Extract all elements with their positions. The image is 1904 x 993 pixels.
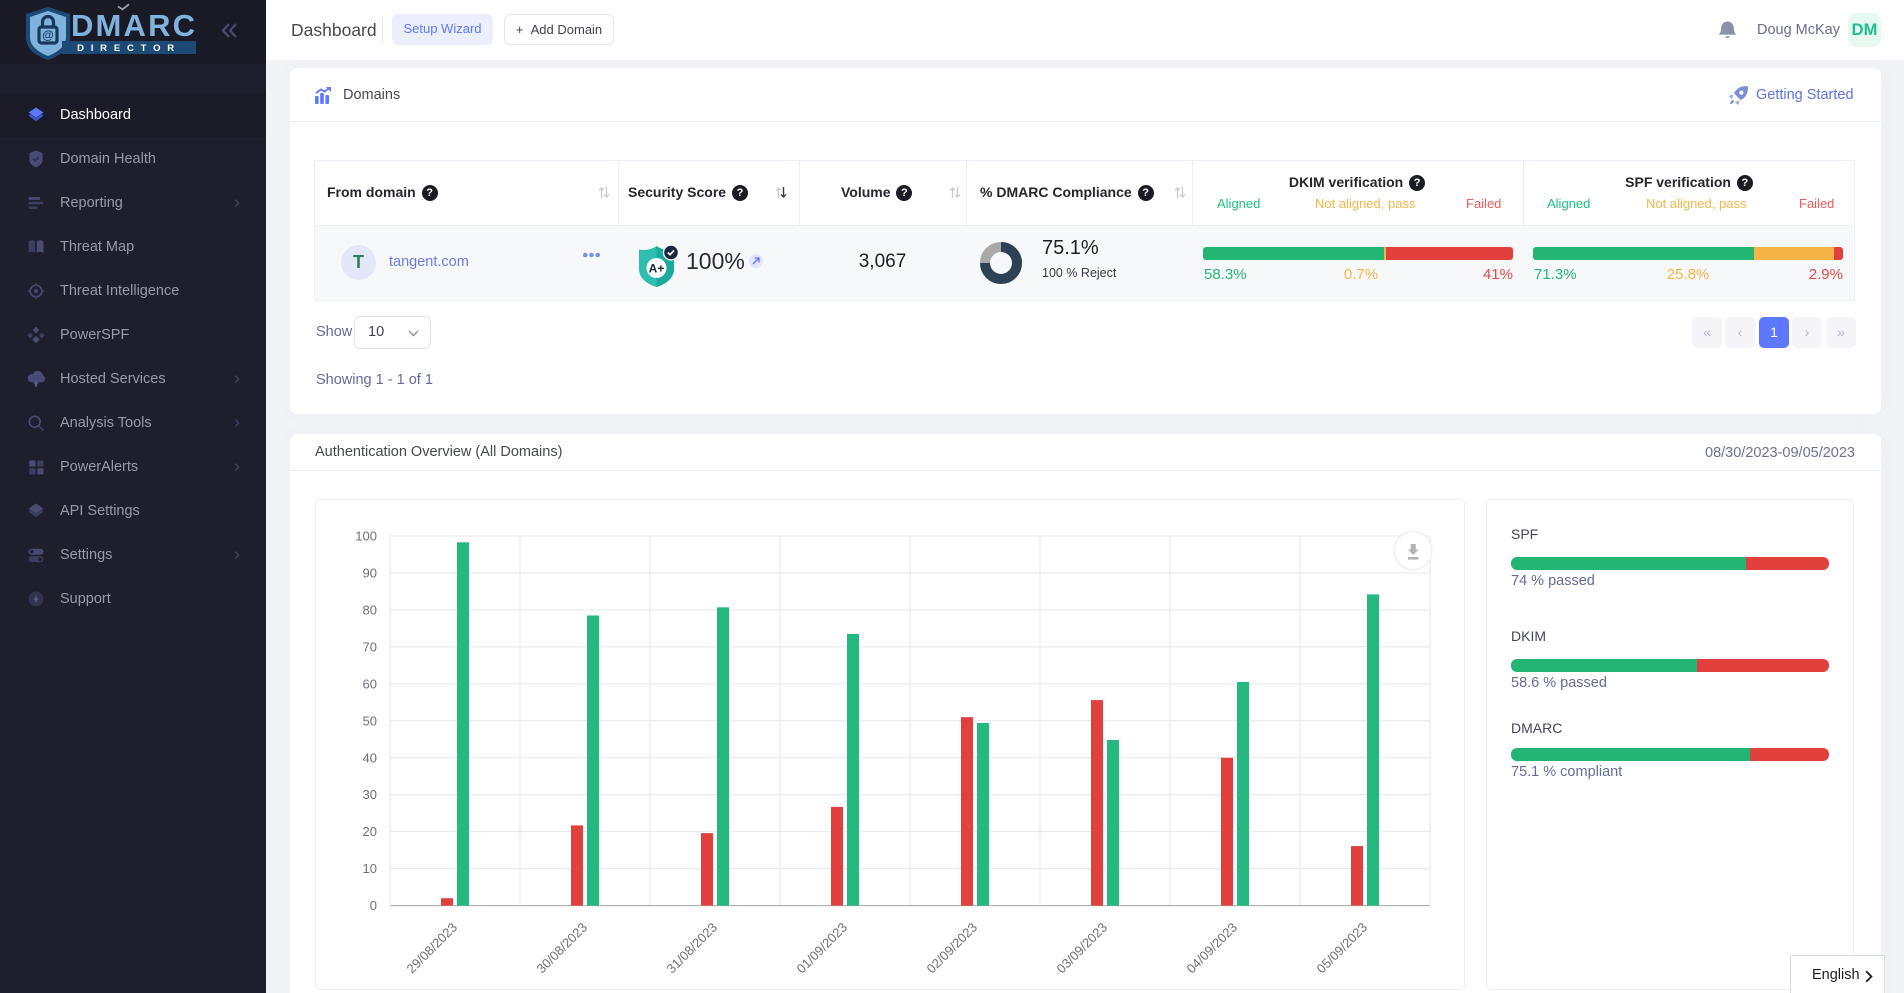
svg-text:03/09/2023: 03/09/2023: [1053, 920, 1110, 977]
svg-text:100: 100: [355, 529, 377, 544]
svg-text:A+: A+: [649, 262, 665, 276]
svg-text:40: 40: [363, 750, 377, 765]
svg-text:05/09/2023: 05/09/2023: [1313, 920, 1370, 977]
svg-text:@: @: [42, 28, 54, 42]
svg-text:90: 90: [363, 565, 377, 580]
svg-text:20: 20: [363, 824, 377, 839]
svg-text:10: 10: [363, 861, 377, 876]
svg-text:29/08/2023: 29/08/2023: [403, 920, 460, 977]
svg-text:DIRECTOR: DIRECTOR: [77, 43, 181, 54]
svg-text:31/08/2023: 31/08/2023: [663, 920, 720, 977]
svg-text:30/08/2023: 30/08/2023: [533, 920, 590, 977]
svg-text:70: 70: [363, 639, 377, 654]
svg-text:02/09/2023: 02/09/2023: [923, 920, 980, 977]
svg-text:DMARC: DMARC: [71, 8, 195, 43]
svg-text:80: 80: [363, 602, 377, 617]
svg-text:01/09/2023: 01/09/2023: [793, 920, 850, 977]
svg-text:04/09/2023: 04/09/2023: [1183, 920, 1240, 977]
svg-text:30: 30: [363, 787, 377, 802]
svg-text:0: 0: [370, 898, 377, 913]
svg-text:50: 50: [363, 713, 377, 728]
svg-text:60: 60: [363, 676, 377, 691]
